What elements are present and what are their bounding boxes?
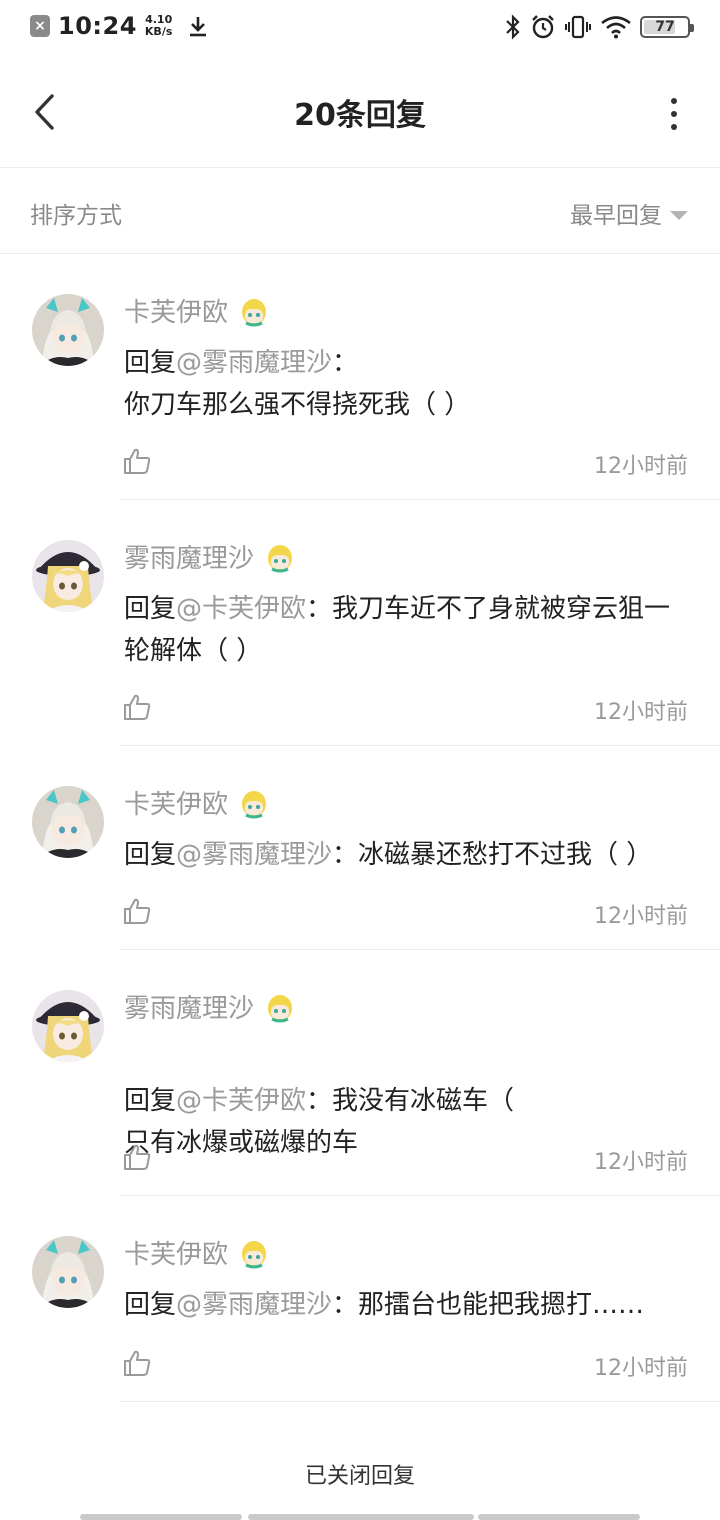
more-dot-icon xyxy=(671,124,677,130)
username[interactable]: 雾雨魔理沙 xyxy=(124,988,254,1025)
status-right: 77 xyxy=(504,14,694,40)
username[interactable]: 卡芙伊欧 xyxy=(124,292,228,329)
username-row: 卡芙伊欧 xyxy=(124,784,270,821)
gesture-bar xyxy=(248,1514,474,1520)
gesture-bar xyxy=(478,1514,640,1520)
battery-indicator: 77 xyxy=(640,16,694,38)
sort-bar: 排序方式 最早回复 xyxy=(0,168,720,254)
mention-link[interactable]: @雾雨魔理沙 xyxy=(176,1290,332,1320)
alarm-icon xyxy=(532,15,554,39)
avatar[interactable] xyxy=(32,294,104,366)
vibrate-icon xyxy=(565,15,591,39)
avatar[interactable] xyxy=(32,1236,104,1308)
reply-prefix: 回复 xyxy=(124,1290,177,1320)
app-bar: 20条回复 xyxy=(0,56,720,168)
comment-body: 你刀车那么强不得挠死我（ ） xyxy=(124,390,471,420)
username[interactable]: 卡芙伊欧 xyxy=(124,1234,228,1271)
username-row: 雾雨魔理沙 xyxy=(124,988,296,1025)
mention-link[interactable]: @卡芙伊欧 xyxy=(176,1086,306,1116)
avatar[interactable] xyxy=(32,990,104,1062)
dropdown-caret-icon xyxy=(670,210,688,220)
more-dot-icon xyxy=(671,98,677,104)
username[interactable]: 卡芙伊欧 xyxy=(124,784,228,821)
reply-separator: ： xyxy=(332,840,359,870)
reply-separator: ： xyxy=(306,594,333,624)
bluetooth-icon xyxy=(506,14,520,40)
avatar-marisa-image xyxy=(32,990,104,1062)
clock: 10:24 xyxy=(58,12,137,40)
username-row: 雾雨魔理沙 xyxy=(124,538,296,575)
avatar[interactable] xyxy=(32,786,104,858)
comment-item: 雾雨魔理沙 回复@卡芙伊欧：我刀车近不了身就被穿云狙一轮解体（ ） 12小时前 xyxy=(0,500,720,746)
comment-timestamp: 12小时前 xyxy=(594,700,688,725)
like-thumb-icon[interactable] xyxy=(122,896,152,926)
reply-prefix: 回复 xyxy=(124,594,177,624)
comment-text: 回复@雾雨魔理沙： 你刀车那么强不得挠死我（ ） xyxy=(124,342,694,426)
username[interactable]: 雾雨魔理沙 xyxy=(124,538,254,575)
reply-prefix: 回复 xyxy=(124,840,177,870)
comment-timestamp: 12小时前 xyxy=(594,454,688,479)
reply-prefix: 回复 xyxy=(124,348,177,378)
avatar-kafu-image xyxy=(32,294,104,366)
username-row: 卡芙伊欧 xyxy=(124,1234,270,1271)
comment-item: 雾雨魔理沙 回复@卡芙伊欧：我没有冰磁车（ 只有冰爆或磁爆的车 12小时前 xyxy=(0,950,720,1196)
replies-closed-notice: 已关闭回复 xyxy=(304,1464,415,1489)
comment-text: 回复@雾雨魔理沙：那擂台也能把我摁打…… xyxy=(124,1284,694,1326)
more-options-button[interactable] xyxy=(664,94,684,134)
avatar-kafu-image xyxy=(32,786,104,858)
battery-level: 77 xyxy=(655,19,675,35)
status-bar: × 10:24 4.10 KB/s 77 xyxy=(0,0,720,56)
like-thumb-icon[interactable] xyxy=(122,692,152,722)
mention-link[interactable]: @雾雨魔理沙 xyxy=(176,840,332,870)
wifi-icon xyxy=(601,16,631,39)
avatar-kafu-image xyxy=(32,1236,104,1308)
reply-separator: ： xyxy=(332,1290,359,1320)
level-badge-icon xyxy=(268,544,293,572)
avatar-marisa-image xyxy=(32,540,104,612)
comment-body: 那擂台也能把我摁打…… xyxy=(358,1290,645,1320)
divider xyxy=(120,1401,720,1402)
comment-text: 回复@雾雨魔理沙：冰磁暴还愁打不过我（ ） xyxy=(124,834,694,876)
reply-separator: ： xyxy=(332,348,359,378)
comment-item: 卡芙伊欧 回复@雾雨魔理沙： 你刀车那么强不得挠死我（ ） 12小时前 xyxy=(0,254,720,500)
comment-timestamp: 12小时前 xyxy=(594,1150,688,1175)
mention-link[interactable]: @卡芙伊欧 xyxy=(176,594,306,624)
like-thumb-icon[interactable] xyxy=(122,446,152,476)
like-thumb-icon[interactable] xyxy=(122,1142,152,1172)
reply-prefix: 回复 xyxy=(124,1086,177,1116)
like-thumb-icon[interactable] xyxy=(122,1348,152,1378)
sort-dropdown[interactable]: 最早回复 xyxy=(570,196,688,230)
page-title: 20条回复 xyxy=(294,98,426,133)
level-badge-icon xyxy=(242,1240,267,1268)
notification-icon: × xyxy=(30,15,50,37)
sort-label: 排序方式 xyxy=(30,203,122,229)
comment-body: 冰磁暴还愁打不过我（ ） xyxy=(358,840,653,870)
avatar[interactable] xyxy=(32,540,104,612)
status-left: × 10:24 4.10 KB/s xyxy=(30,12,208,40)
gesture-bar xyxy=(80,1514,242,1520)
comment-text: 回复@卡芙伊欧：我刀车近不了身就被穿云狙一轮解体（ ） xyxy=(124,588,694,672)
comment-timestamp: 12小时前 xyxy=(594,1356,688,1381)
network-speed-unit: KB/s xyxy=(144,25,173,38)
comment-item: 卡芙伊欧 回复@雾雨魔理沙：冰磁暴还愁打不过我（ ） 12小时前 xyxy=(0,746,720,950)
comment-timestamp: 12小时前 xyxy=(594,904,688,929)
level-badge-icon xyxy=(242,790,267,818)
reply-separator: ： xyxy=(306,1086,333,1116)
comment-item: 卡芙伊欧 回复@雾雨魔理沙：那擂台也能把我摁打…… 12小时前 xyxy=(0,1196,720,1402)
download-icon xyxy=(190,17,207,37)
network-speed: 4.10 KB/s xyxy=(145,14,172,38)
mention-link[interactable]: @雾雨魔理沙 xyxy=(176,348,332,378)
sort-selected-value: 最早回复 xyxy=(570,203,662,229)
username-row: 卡芙伊欧 xyxy=(124,292,270,329)
level-badge-icon xyxy=(242,298,267,326)
more-dot-icon xyxy=(671,111,677,117)
level-badge-icon xyxy=(268,994,293,1022)
